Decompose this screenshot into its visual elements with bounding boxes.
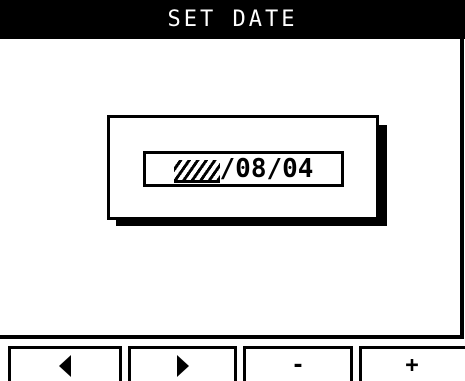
set-date-dialog: /08/04 <box>107 115 379 220</box>
triangle-right-icon <box>176 355 189 377</box>
button-border-left <box>128 349 131 381</box>
title-bar: SET DATE <box>0 0 465 39</box>
year-segment-active[interactable] <box>173 157 220 183</box>
month-day-text: /08/04 <box>219 154 314 184</box>
right-arrow-button[interactable] <box>128 346 237 381</box>
softkey-row: - + <box>0 346 465 381</box>
button-border-left <box>8 349 11 381</box>
button-border-right <box>119 349 122 381</box>
screen-title: SET DATE <box>167 6 298 32</box>
left-arrow-button[interactable] <box>8 346 122 381</box>
button-border-left <box>243 349 246 381</box>
triangle-left-icon <box>59 355 71 377</box>
button-border-right <box>234 349 237 381</box>
date-field[interactable]: /08/04 <box>143 151 344 187</box>
minus-button[interactable]: - <box>243 346 353 381</box>
minus-label: - <box>291 353 305 378</box>
plus-label: + <box>405 353 419 378</box>
year-hatch-pattern <box>173 159 220 180</box>
button-border-right <box>350 349 353 381</box>
button-border-left <box>359 349 362 381</box>
plus-button[interactable]: + <box>359 346 465 381</box>
